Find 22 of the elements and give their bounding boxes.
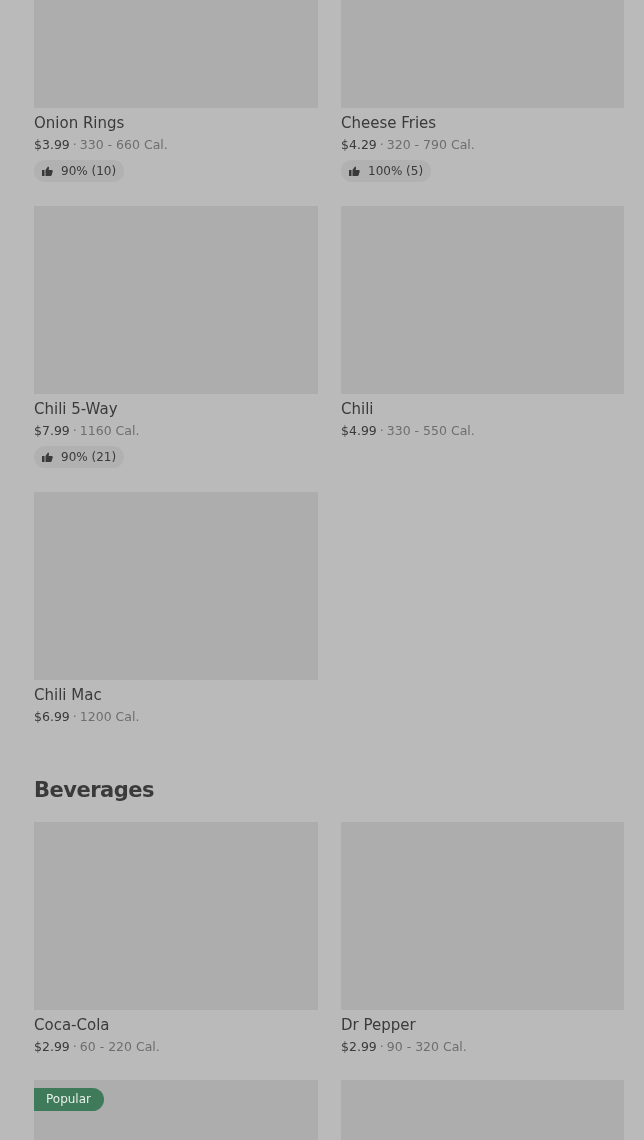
price-calories: $6.99 · 1200 Cal.: [34, 708, 140, 726]
price-calories: $3.99 · 330 - 660 Cal.: [34, 136, 168, 154]
item-name[interactable]: Chili: [341, 399, 374, 419]
section-heading: Beverages: [34, 777, 155, 804]
popular-tag: Popular: [34, 1088, 104, 1111]
price-calories: $7.99 · 1160 Cal.: [34, 422, 140, 440]
item-name[interactable]: Dr Pepper: [341, 1015, 416, 1035]
thumbs-up-icon: [42, 166, 53, 176]
thumbs-up-icon: [349, 166, 360, 176]
item-name[interactable]: Chili Mac: [34, 685, 102, 705]
price-calories: $2.99 · 60 - 220 Cal.: [34, 1038, 160, 1056]
thumbs-up-icon: [42, 452, 53, 462]
price-calories: $4.29 · 320 - 790 Cal.: [341, 136, 475, 154]
rating-text: 90% (10): [61, 164, 117, 178]
item-name[interactable]: Cheese Fries: [341, 113, 437, 133]
item-name[interactable]: Chili 5-Way: [34, 399, 118, 419]
rating-text: 90% (21): [61, 450, 117, 464]
price-calories: $4.99 · 330 - 550 Cal.: [341, 422, 475, 440]
item-name[interactable]: Coca-Cola: [34, 1015, 110, 1035]
item-name[interactable]: Onion Rings: [34, 113, 125, 133]
price-calories: $2.99 · 90 - 320 Cal.: [341, 1038, 467, 1056]
rating-text: 100% (5): [368, 164, 424, 178]
